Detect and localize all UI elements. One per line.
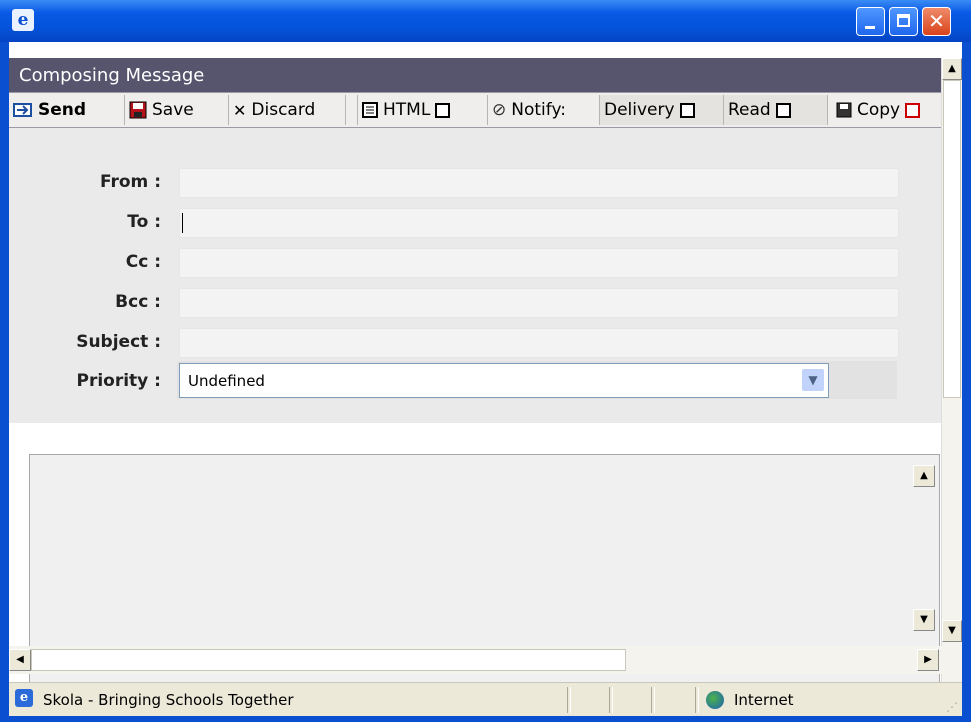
html-label: HTML [383, 100, 431, 120]
cc-field[interactable] [179, 248, 899, 278]
delivery-toggle[interactable]: Delivery [600, 95, 724, 125]
read-toggle[interactable]: Read [724, 95, 828, 125]
from-label: From : [99, 172, 161, 192]
discard-label: Discard [251, 100, 316, 120]
chevron-down-icon[interactable]: ▼ [802, 369, 824, 391]
html-toggle[interactable]: HTML [358, 95, 488, 125]
from-field[interactable] [179, 168, 899, 198]
delivery-label: Delivery [604, 100, 675, 120]
window-frame-right [962, 42, 971, 722]
to-field[interactable] [179, 208, 899, 238]
notify-group: ⊘ Notify: [488, 95, 600, 125]
compose-header: Composing Message [9, 58, 941, 92]
save-button[interactable]: Save [125, 95, 229, 125]
read-label: Read [728, 100, 771, 120]
browser-client: Composing Message Send Save ✕ Discard HT… [9, 42, 962, 716]
subject-field[interactable] [179, 328, 899, 358]
hscroll-thumb[interactable] [31, 649, 626, 671]
status-separator [567, 687, 571, 713]
window-frame-left [0, 42, 9, 722]
status-separator [695, 687, 699, 713]
window-frame-bottom [0, 716, 971, 722]
bcc-label: Bcc : [115, 292, 161, 312]
globe-icon [706, 691, 724, 709]
read-checkbox[interactable] [775, 102, 791, 118]
body-scroll-down-button[interactable]: ▼ [913, 609, 935, 631]
send-icon [13, 103, 32, 117]
copy-icon [836, 102, 852, 118]
zone-text: Internet [734, 691, 794, 709]
priority-value: Undefined [188, 372, 265, 390]
scroll-up-button[interactable]: ▲ [942, 58, 962, 80]
body-scroll-up-button[interactable]: ▲ [913, 465, 935, 487]
scroll-left-button[interactable]: ◀ [9, 649, 31, 671]
notify-icon: ⊘ [492, 100, 507, 120]
send-label: Send [38, 100, 87, 120]
status-bar: e Skola - Bringing Schools Together Inte… [9, 682, 962, 716]
html-checkbox[interactable] [435, 102, 451, 118]
status-separator [651, 687, 655, 713]
send-button[interactable]: Send [9, 95, 125, 125]
save-icon [129, 101, 147, 119]
page-icon: e [15, 689, 33, 707]
copy-toggle[interactable]: Copy [832, 95, 941, 125]
notify-label: Notify: [511, 100, 566, 120]
horizontal-scrollbar[interactable]: ◀ ▶ [9, 646, 962, 674]
status-text: Skola - Bringing Schools Together [43, 691, 294, 709]
close-button[interactable]: ✕ [922, 7, 951, 36]
title-bar: e ✕ [0, 0, 971, 42]
priority-label: Priority : [76, 371, 162, 391]
header-fields: From : To : Cc : Bcc : Subject : Priorit… [9, 128, 941, 423]
copy-label: Copy [857, 100, 901, 120]
subject-label: Subject : [76, 332, 161, 352]
discard-button[interactable]: ✕ Discard [229, 95, 346, 125]
close-icon: ✕ [928, 9, 945, 33]
maximize-button[interactable] [889, 7, 918, 36]
toolbar-separator [346, 95, 358, 125]
save-label: Save [152, 100, 194, 120]
copy-checkbox[interactable] [905, 102, 921, 118]
scroll-down-button[interactable]: ▼ [942, 620, 962, 642]
text-cursor [182, 213, 183, 233]
bcc-field[interactable] [179, 288, 899, 318]
priority-select[interactable]: Undefined ▼ [179, 363, 829, 398]
to-label: To : [127, 212, 161, 232]
html-icon [362, 102, 378, 118]
scroll-right-button[interactable]: ▶ [917, 649, 939, 671]
resize-grip[interactable]: ⋰ [946, 700, 958, 714]
scroll-thumb[interactable] [943, 80, 961, 398]
delivery-checkbox[interactable] [679, 102, 695, 118]
status-separator [609, 687, 613, 713]
ie-icon: e [12, 9, 34, 31]
compose-title: Composing Message [19, 65, 205, 86]
minimize-button[interactable] [856, 7, 885, 36]
compose-toolbar: Send Save ✕ Discard HTML ⊘ Notify: Deliv… [9, 92, 941, 128]
discard-icon: ✕ [233, 100, 247, 120]
vertical-scrollbar[interactable]: ▲ ▼ [941, 58, 962, 686]
cc-label: Cc : [125, 252, 161, 272]
